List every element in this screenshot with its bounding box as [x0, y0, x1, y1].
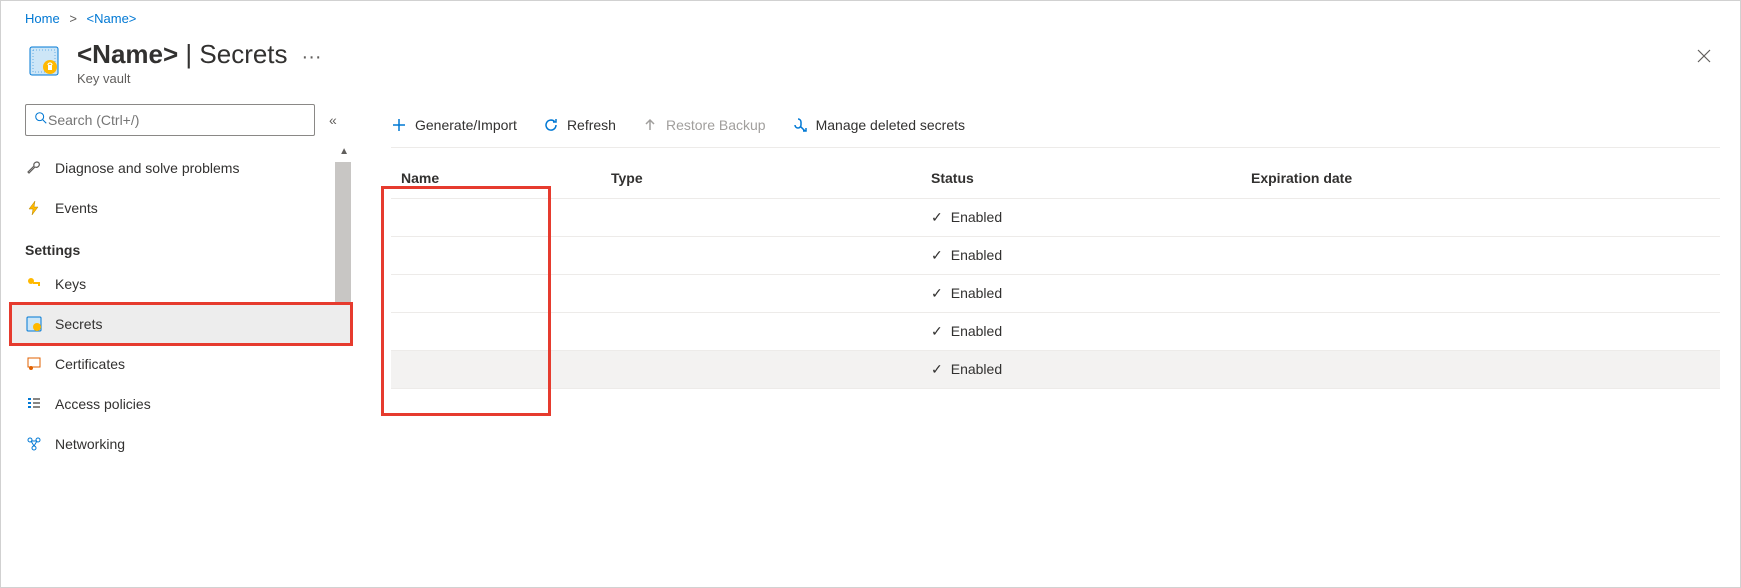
breadcrumb-resource[interactable]: <Name> [87, 11, 137, 26]
col-header-expiration[interactable]: Expiration date [1241, 160, 1720, 199]
search-box[interactable] [25, 104, 315, 136]
sidebar-nav: Diagnose and solve problems Events Setti… [11, 148, 351, 464]
sidebar-item-certificates[interactable]: Certificates [11, 344, 351, 384]
cert-icon [25, 355, 43, 373]
bolt-icon [25, 199, 43, 217]
sidebar-item-label: Access policies [55, 396, 151, 412]
cell-status: ✓Enabled [921, 312, 1241, 350]
breadcrumb-home[interactable]: Home [25, 11, 60, 26]
scrollbar-thumb[interactable] [335, 162, 351, 302]
table-row[interactable]: ✓Enabled [391, 350, 1720, 388]
cell-expiration [1241, 274, 1720, 312]
cell-expiration [1241, 350, 1720, 388]
page-title-section: Secrets [199, 39, 287, 69]
check-icon: ✓ [931, 247, 943, 264]
search-input[interactable] [48, 112, 306, 128]
sidebar-item-label: Keys [55, 276, 86, 292]
wrench-icon [25, 159, 43, 177]
check-icon: ✓ [931, 285, 943, 302]
network-icon [25, 435, 43, 453]
cell-type [601, 274, 921, 312]
cell-expiration [1241, 236, 1720, 274]
toolbar: Generate/Import Refresh Restore Backup M… [391, 104, 1720, 148]
sidebar-item-secrets[interactable]: Secrets [11, 304, 351, 344]
table-row[interactable]: ✓Enabled [391, 198, 1720, 236]
policies-icon [25, 395, 43, 413]
key-icon [25, 275, 43, 293]
table-row[interactable]: ✓Enabled [391, 236, 1720, 274]
manage-deleted-button[interactable]: Manage deleted secrets [792, 117, 965, 133]
search-icon [34, 111, 48, 128]
sidebar-item-label: Diagnose and solve problems [55, 160, 239, 176]
secrets-table: Name Type Status Expiration date ✓Enable… [391, 160, 1720, 389]
cell-type [601, 198, 921, 236]
restore-backup-button: Restore Backup [642, 117, 766, 133]
check-icon: ✓ [931, 209, 943, 226]
main-content: Generate/Import Refresh Restore Backup M… [351, 104, 1740, 570]
sidebar-item-label: Networking [55, 436, 125, 452]
cell-name[interactable] [391, 198, 601, 236]
cell-name[interactable] [391, 274, 601, 312]
sidebar-item-label: Events [55, 200, 98, 216]
breadcrumb-sep: > [63, 11, 83, 26]
table-row[interactable]: ✓Enabled [391, 274, 1720, 312]
breadcrumb: Home > <Name> [1, 1, 1740, 40]
blade-header: <Name> | Secrets Key vault ··· [1, 40, 1740, 104]
col-header-name[interactable]: Name [391, 160, 601, 199]
manage-deleted-label: Manage deleted secrets [816, 117, 965, 133]
more-button[interactable]: ··· [302, 40, 322, 69]
sidebar-item-label: Certificates [55, 356, 125, 372]
cell-type [601, 350, 921, 388]
collapse-sidebar-button[interactable]: « [323, 106, 343, 134]
sidebar-item-events[interactable]: Events [11, 188, 351, 228]
cell-status: ✓Enabled [921, 274, 1241, 312]
page-title-sep: | [178, 39, 199, 69]
col-header-status[interactable]: Status [921, 160, 1241, 199]
cell-name[interactable] [391, 236, 601, 274]
refresh-button[interactable]: Refresh [543, 117, 616, 133]
page-title-block: <Name> | Secrets Key vault [77, 40, 288, 86]
body: « ▲ Diagnose and solve problems Events S… [1, 104, 1740, 570]
cell-status: ✓Enabled [921, 198, 1241, 236]
col-header-type[interactable]: Type [601, 160, 921, 199]
cell-name[interactable] [391, 350, 601, 388]
sidebar-item-access-policies[interactable]: Access policies [11, 384, 351, 424]
cell-expiration [1241, 312, 1720, 350]
check-icon: ✓ [931, 361, 943, 378]
page-subtitle: Key vault [77, 71, 288, 86]
generate-import-label: Generate/Import [415, 117, 517, 133]
sidebar: « ▲ Diagnose and solve problems Events S… [1, 104, 351, 570]
vault-icon [25, 315, 43, 333]
cell-type [601, 236, 921, 274]
sidebar-item-networking[interactable]: Networking [11, 424, 351, 464]
restore-backup-label: Restore Backup [666, 117, 766, 133]
sidebar-item-diagnose[interactable]: Diagnose and solve problems [11, 148, 351, 188]
generate-import-button[interactable]: Generate/Import [391, 117, 517, 133]
keyvault-icon [25, 42, 63, 80]
table-row[interactable]: ✓Enabled [391, 312, 1720, 350]
page-title: <Name> | Secrets [77, 40, 288, 69]
page-title-name: <Name> [77, 39, 178, 69]
cell-status: ✓Enabled [921, 236, 1241, 274]
check-icon: ✓ [931, 323, 943, 340]
close-button[interactable] [1688, 40, 1720, 72]
cell-expiration [1241, 198, 1720, 236]
scroll-up-arrow[interactable]: ▲ [339, 146, 349, 157]
cell-type [601, 312, 921, 350]
cell-name[interactable] [391, 312, 601, 350]
refresh-label: Refresh [567, 117, 616, 133]
sidebar-item-label: Secrets [55, 316, 102, 332]
sidebar-item-keys[interactable]: Keys [11, 264, 351, 304]
cell-status: ✓Enabled [921, 350, 1241, 388]
sidebar-group-settings: Settings [11, 228, 351, 264]
